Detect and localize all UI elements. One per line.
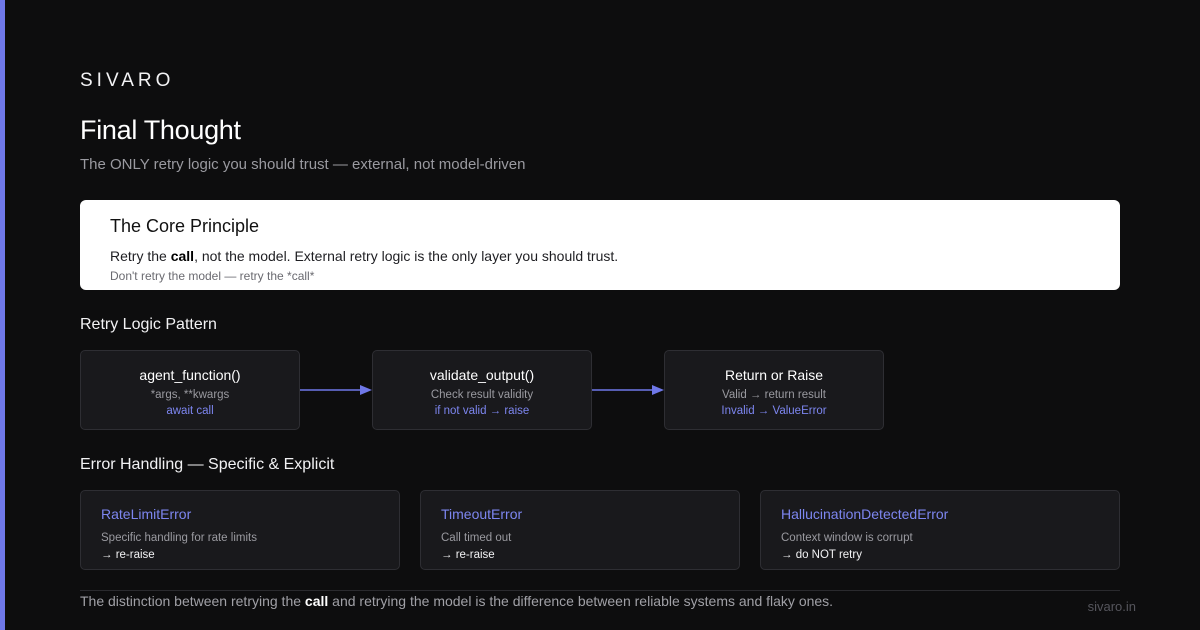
error-action: → re-raise: [441, 549, 495, 561]
accent-bar: [0, 0, 5, 630]
brand-logo: SIVARO: [80, 70, 175, 91]
core-principle-body-emphasis: call: [170, 248, 195, 264]
error-description: Context window is corrupt: [781, 532, 913, 544]
flow-step-name: Return or Raise: [724, 367, 824, 383]
flow-step-validate-output: validate_output() Check result validity …: [372, 350, 592, 430]
core-principle-note: Don't retry the model — retry the *call*: [110, 269, 315, 283]
flow-arrow-1: [300, 385, 372, 395]
site-url: sivaro.in: [1087, 599, 1136, 614]
error-action: → re-raise: [101, 549, 155, 561]
flow-step-agent-function: agent_function() *args, **kwargs await c…: [80, 350, 300, 430]
footer-text-emphasis: call: [304, 593, 329, 609]
error-name: HallucinationDetectedError: [781, 506, 949, 522]
flow-step-action: if not valid → raise: [434, 405, 530, 417]
error-action: → do NOT retry: [781, 549, 862, 561]
flow-step-name: agent_function(): [139, 367, 241, 383]
error-name: TimeoutError: [441, 506, 523, 522]
error-description: Specific handling for rate limits: [101, 532, 257, 544]
page-title: Final Thought: [80, 115, 241, 145]
flow-step-action: await call: [166, 405, 214, 417]
footer-text-start: The distinction between retrying the: [80, 593, 305, 609]
flow-step-name: validate_output(): [429, 367, 535, 383]
retry-section-label: Retry Logic Pattern: [80, 316, 217, 333]
flow-step-return-or-raise: Return or Raise Valid → return result In…: [664, 350, 884, 430]
core-principle-body: Retry the call, not the model. External …: [110, 248, 1090, 264]
flow-arrow-2: [592, 385, 664, 395]
error-section-label: Error Handling — Specific & Explicit: [80, 456, 335, 473]
core-principle-title: The Core Principle: [110, 216, 260, 236]
error-card-rate-limit: RateLimitError Specific handling for rat…: [80, 490, 400, 570]
core-principle-card: The Core Principle Retry the call, not t…: [80, 200, 1120, 290]
core-principle-body-start: Retry the: [110, 248, 171, 264]
flow-step-detail: Valid → return result: [722, 389, 826, 401]
flow-step-detail: *args, **kwargs: [150, 389, 230, 401]
error-description: Call timed out: [441, 532, 512, 544]
error-name: RateLimitError: [101, 506, 192, 522]
core-principle-body-end: , not the model. External retry logic is…: [194, 248, 619, 264]
page-subtitle: The ONLY retry logic you should trust — …: [80, 156, 526, 173]
error-card-hallucination: HallucinationDetectedError Context windo…: [760, 490, 1120, 570]
footer-text-end: and retrying the model is the difference…: [328, 593, 834, 609]
error-card-timeout: TimeoutError Call timed out → re-raise: [420, 490, 740, 570]
footer-statement: The distinction between retrying the cal…: [80, 593, 833, 609]
flow-step-action: Invalid → ValueError: [721, 405, 827, 417]
flow-step-detail: Check result validity: [430, 389, 534, 401]
footer-divider: [80, 590, 1120, 591]
